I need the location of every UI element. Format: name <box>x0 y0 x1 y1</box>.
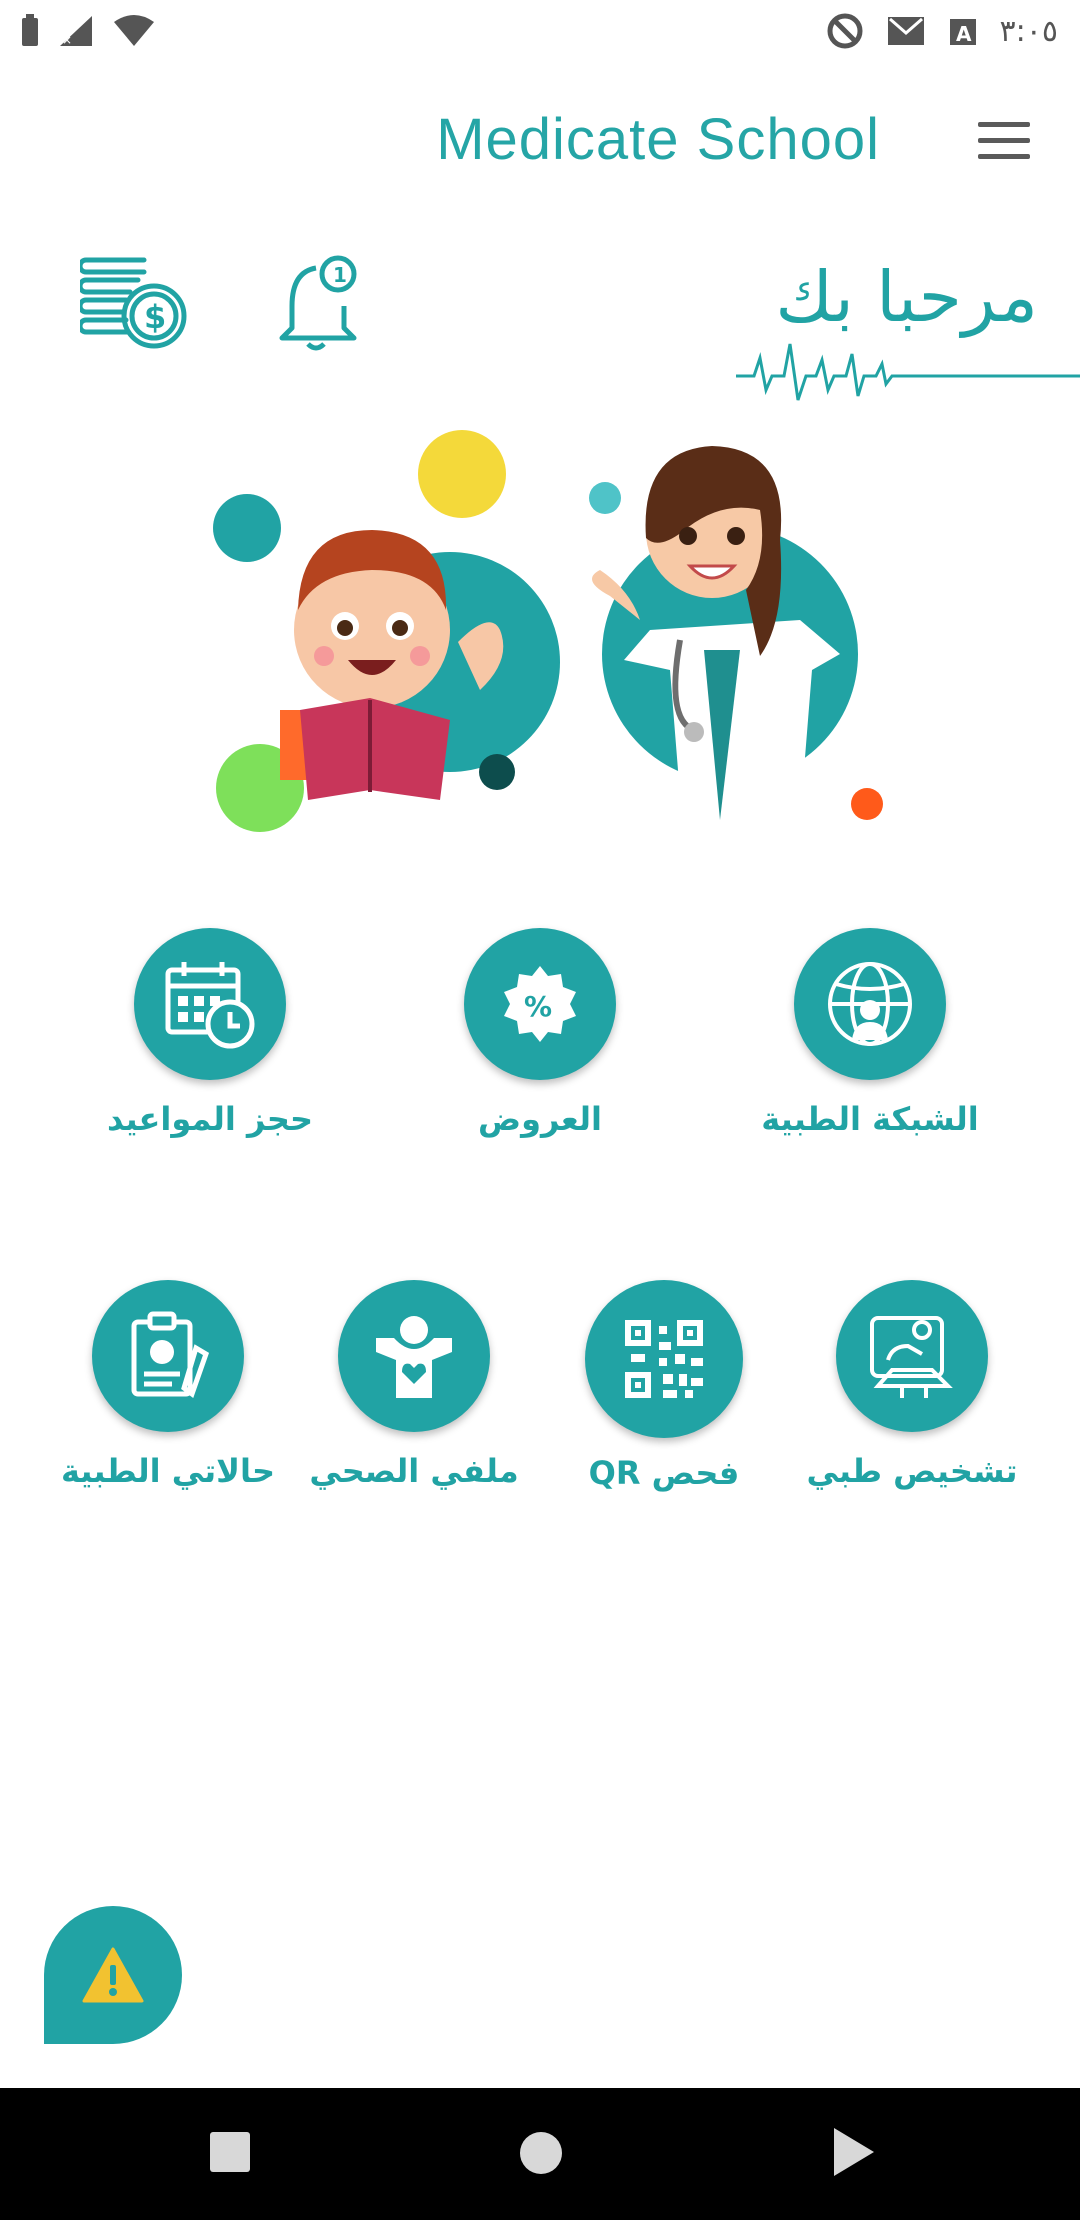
medical-network-icon <box>828 962 912 1046</box>
network-circle[interactable] <box>794 928 946 1080</box>
profile-circle[interactable] <box>338 1280 490 1432</box>
qr-circle[interactable] <box>585 1280 743 1438</box>
appointment-circle[interactable] <box>134 928 286 1080</box>
menu-label-network[interactable]: الشبكة الطبية <box>750 1100 990 1138</box>
system-nav-bar <box>0 2088 1080 2220</box>
menu-offers[interactable]: % العروض <box>420 928 660 1138</box>
menu-medical-cases[interactable]: حالاتي الطبية <box>48 1280 288 1490</box>
status-bar: × A ٣:٠٥ <box>0 0 1080 64</box>
menu-label-diagnosis[interactable]: تشخيص طبي <box>792 1452 1032 1490</box>
status-icons-left: × <box>20 14 156 48</box>
svg-text:%: % <box>524 990 552 1023</box>
offers-circle[interactable]: % <box>464 928 616 1080</box>
menu-label-profile[interactable]: ملفي الصحي <box>294 1452 534 1490</box>
health-profile-icon <box>376 1316 452 1398</box>
vpn-icon <box>827 13 863 49</box>
svg-text:A: A <box>956 22 972 46</box>
signal-icon: × <box>60 16 92 47</box>
menu-label-cases[interactable]: حالاتي الطبية <box>48 1452 288 1490</box>
menu-health-profile[interactable]: ملفي الصحي <box>294 1280 534 1490</box>
diagnosis-icon <box>870 1316 953 1398</box>
cases-circle[interactable] <box>92 1280 244 1432</box>
percent-tag-icon: % <box>504 966 576 1042</box>
bell-icon[interactable]: 1 <box>278 250 362 352</box>
menu-qr-check[interactable]: فحص QR <box>544 1280 784 1492</box>
keyboard-icon: A <box>949 19 976 46</box>
status-time: ٣:٠٥ <box>999 13 1058 49</box>
battery-icon <box>22 14 38 46</box>
nav-home-icon[interactable] <box>520 2132 562 2174</box>
mail-icon <box>887 17 924 45</box>
calendar-clock-icon <box>165 962 255 1049</box>
diagnosis-circle[interactable] <box>836 1280 988 1432</box>
ecg-line <box>736 343 1080 401</box>
menu-medical-network[interactable]: الشبكة الطبية <box>750 928 990 1138</box>
nav-square-icon[interactable] <box>210 2132 250 2172</box>
wifi-icon <box>114 15 154 46</box>
coins-icon[interactable]: $ <box>80 250 188 354</box>
nav-triangle-icon[interactable] <box>834 2128 874 2176</box>
emergency-button[interactable] <box>44 1906 182 2044</box>
menu-diagnosis[interactable]: تشخيص طبي <box>792 1280 1032 1490</box>
qr-code-icon <box>625 1320 703 1398</box>
menu-label-qr[interactable]: فحص QR <box>544 1454 784 1492</box>
welcome-text: مرحبا بك <box>775 256 1038 338</box>
menu-appointment-booking[interactable]: حجز المواعيد <box>90 928 330 1138</box>
clipboard-icon <box>131 1311 210 1399</box>
menu-label-appointment[interactable]: حجز المواعيد <box>90 1100 330 1138</box>
menu-label-offers[interactable]: العروض <box>420 1100 660 1138</box>
hamburger-menu-icon[interactable] <box>978 122 1030 162</box>
svg-text:×: × <box>62 33 72 47</box>
warning-icon <box>82 1947 144 2003</box>
app-title: Medicate School <box>436 107 880 172</box>
status-icons-right: A ٣:٠٥ <box>826 12 1058 50</box>
svg-text:$: $ <box>144 298 166 336</box>
svg-text:1: 1 <box>333 263 347 287</box>
hero-illustration <box>213 430 883 832</box>
